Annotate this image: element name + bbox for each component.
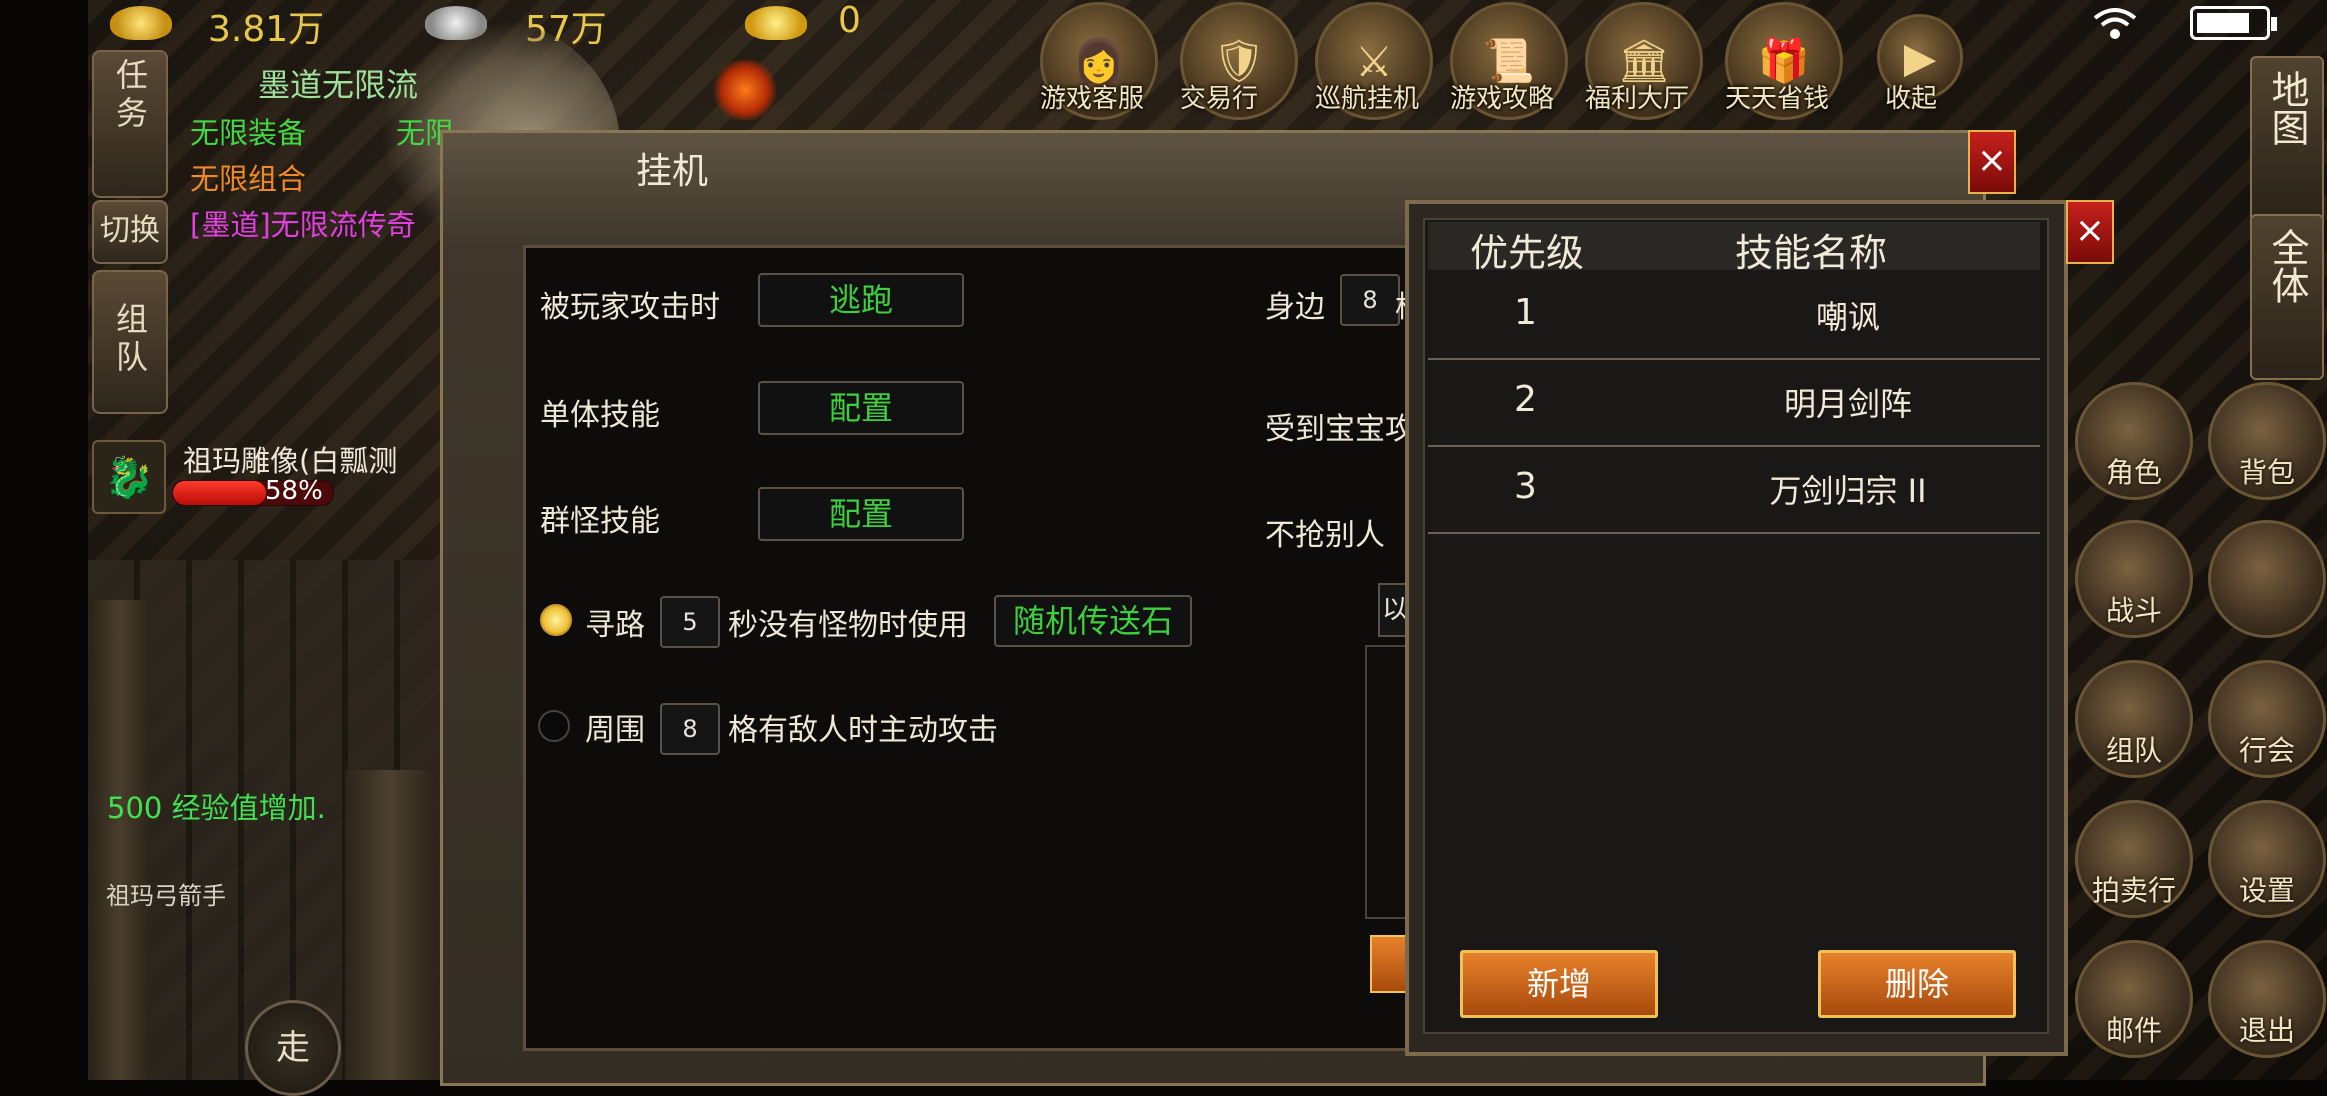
right-button-label: 行会: [2238, 734, 2295, 767]
quest-item[interactable]: 无限装备: [190, 110, 306, 152]
ingot-amount: 0: [838, 0, 861, 41]
battery-icon: [2190, 6, 2277, 40]
gold-ingot-icon: [745, 6, 807, 40]
single-skill-config-button[interactable]: 配置: [758, 381, 964, 435]
skill-priority: 1: [1514, 292, 1537, 333]
skill-priority: 2: [1514, 379, 1537, 420]
top-menu-label: 交易行: [1180, 84, 1259, 114]
gold-coins-icon: [110, 6, 172, 40]
top-menu-label: 收起: [1885, 84, 1938, 114]
team-tab-label: 组队: [111, 302, 149, 378]
pathfind-radio[interactable]: [540, 604, 572, 636]
right-button-label: 组队: [2105, 734, 2162, 767]
switch-tab[interactable]: 切换: [92, 200, 168, 264]
pathfind-label: 寻路: [585, 608, 645, 643]
side-range-input[interactable]: 8: [1340, 274, 1400, 326]
all-channel-tab-label: 全体: [2265, 228, 2309, 304]
map-tab[interactable]: 地图: [2250, 56, 2324, 222]
skill-row[interactable]: 3 万剑归宗 II: [1428, 446, 2040, 534]
skill-priority: 3: [1514, 466, 1537, 507]
group-skill-label: 群怪技能: [540, 504, 660, 539]
target-portrait-icon[interactable]: 🐉: [92, 440, 166, 514]
settings-gear-icon[interactable]: 设置: [2208, 800, 2326, 918]
walk-toggle-button[interactable]: 走: [245, 1000, 341, 1096]
bag-icon[interactable]: 背包: [2208, 382, 2326, 500]
around-suffix: 格有敌人时主动攻击: [728, 713, 998, 748]
pillar: [345, 770, 435, 1080]
top-menu-label: 游戏攻略: [1450, 84, 1555, 114]
mail-icon[interactable]: 邮件: [2075, 940, 2193, 1058]
all-channel-tab[interactable]: 全体: [2250, 214, 2324, 380]
around-cells-input[interactable]: 8: [660, 703, 720, 755]
guild-icon[interactable]: 行会: [2208, 660, 2326, 778]
right-button-label: 战斗: [2105, 594, 2162, 627]
team-tab[interactable]: 组队: [92, 270, 168, 414]
right-button-label: 退出: [2238, 1014, 2295, 1047]
quest-item[interactable]: 无限组合: [190, 156, 306, 198]
side-range-label: 身边: [1265, 290, 1325, 325]
top-menu-label: 游戏客服: [1040, 84, 1145, 114]
target-name: 祖玛雕像(白瓢测: [183, 444, 398, 478]
no-steal-label: 不抢别人: [1265, 518, 1385, 553]
popup-close-button[interactable]: ×: [2066, 200, 2114, 264]
right-button-label: 拍卖行: [2091, 874, 2176, 907]
pillar: [90, 600, 150, 1080]
top-menu-label: 巡航挂机: [1315, 84, 1420, 114]
right-button-label: 邮件: [2105, 1014, 2162, 1047]
right-button-label: 设置: [2238, 874, 2295, 907]
skill-row[interactable]: 1 嘲讽: [1428, 272, 2040, 360]
pathfind-seconds-input[interactable]: 5: [660, 596, 720, 648]
switch-tab-label: 切换: [100, 213, 160, 248]
gold-amount: 3.81万: [208, 9, 325, 50]
quest-title[interactable]: 墨道无限流: [258, 60, 418, 106]
dialog-title: 挂机: [636, 151, 709, 192]
priority-column-header: 优先级: [1470, 231, 1585, 275]
right-button-label: 背包: [2238, 456, 2295, 489]
skill-name: 万剑归宗 II: [1769, 472, 1927, 510]
team-icon[interactable]: 组队: [2075, 660, 2193, 778]
attacked-by-player-select[interactable]: 逃跑: [758, 273, 964, 327]
dialog-close-button[interactable]: ×: [1968, 130, 2016, 194]
skill-row[interactable]: 2 明月剑阵: [1428, 359, 2040, 447]
right-button-label: 角色: [2105, 456, 2162, 489]
top-menu-label: 福利大厅: [1585, 84, 1690, 114]
move-arrows-icon[interactable]: [2208, 520, 2326, 638]
single-skill-label: 单体技能: [540, 398, 660, 433]
skill-name-column-header: 技能名称: [1735, 231, 1888, 275]
target-hp-percent: 58%: [265, 476, 323, 506]
target-hp-fill: [173, 481, 266, 505]
around-label: 周围: [585, 713, 645, 748]
task-tab-label: 任务: [111, 58, 149, 134]
skill-name: 嘲讽: [1815, 298, 1880, 336]
delete-skill-button[interactable]: 删除: [1818, 950, 2016, 1018]
npc-name: 祖玛弓箭手: [106, 882, 226, 910]
attacked-by-player-label: 被玩家攻击时: [540, 290, 720, 325]
skill-name: 明月剑阵: [1783, 385, 1912, 423]
quest-item[interactable]: [墨道]无限流传奇: [190, 202, 416, 244]
pathfind-item-select[interactable]: 随机传送石: [994, 595, 1192, 647]
battle-swords-icon[interactable]: 战斗: [2075, 520, 2193, 638]
group-skill-config-button[interactable]: 配置: [758, 487, 964, 541]
pathfind-suffix: 秒没有怪物时使用: [728, 608, 968, 643]
exp-message: 500 经验值增加.: [107, 791, 326, 825]
auction-hammer-icon[interactable]: 拍卖行: [2075, 800, 2193, 918]
torch-fire: [710, 60, 780, 120]
map-tab-label: 地图: [2265, 70, 2309, 146]
around-attack-radio[interactable]: [538, 710, 570, 742]
pet-attacked-label: 受到宝宝攻: [1265, 412, 1415, 447]
add-skill-button[interactable]: 新增: [1460, 950, 1658, 1018]
top-menu-label: 天天省钱: [1725, 84, 1830, 114]
character-icon[interactable]: 角色: [2075, 382, 2193, 500]
task-tab[interactable]: 任务: [92, 50, 168, 198]
exit-arrow-icon[interactable]: 退出: [2208, 940, 2326, 1058]
wifi-icon: [2092, 6, 2138, 40]
